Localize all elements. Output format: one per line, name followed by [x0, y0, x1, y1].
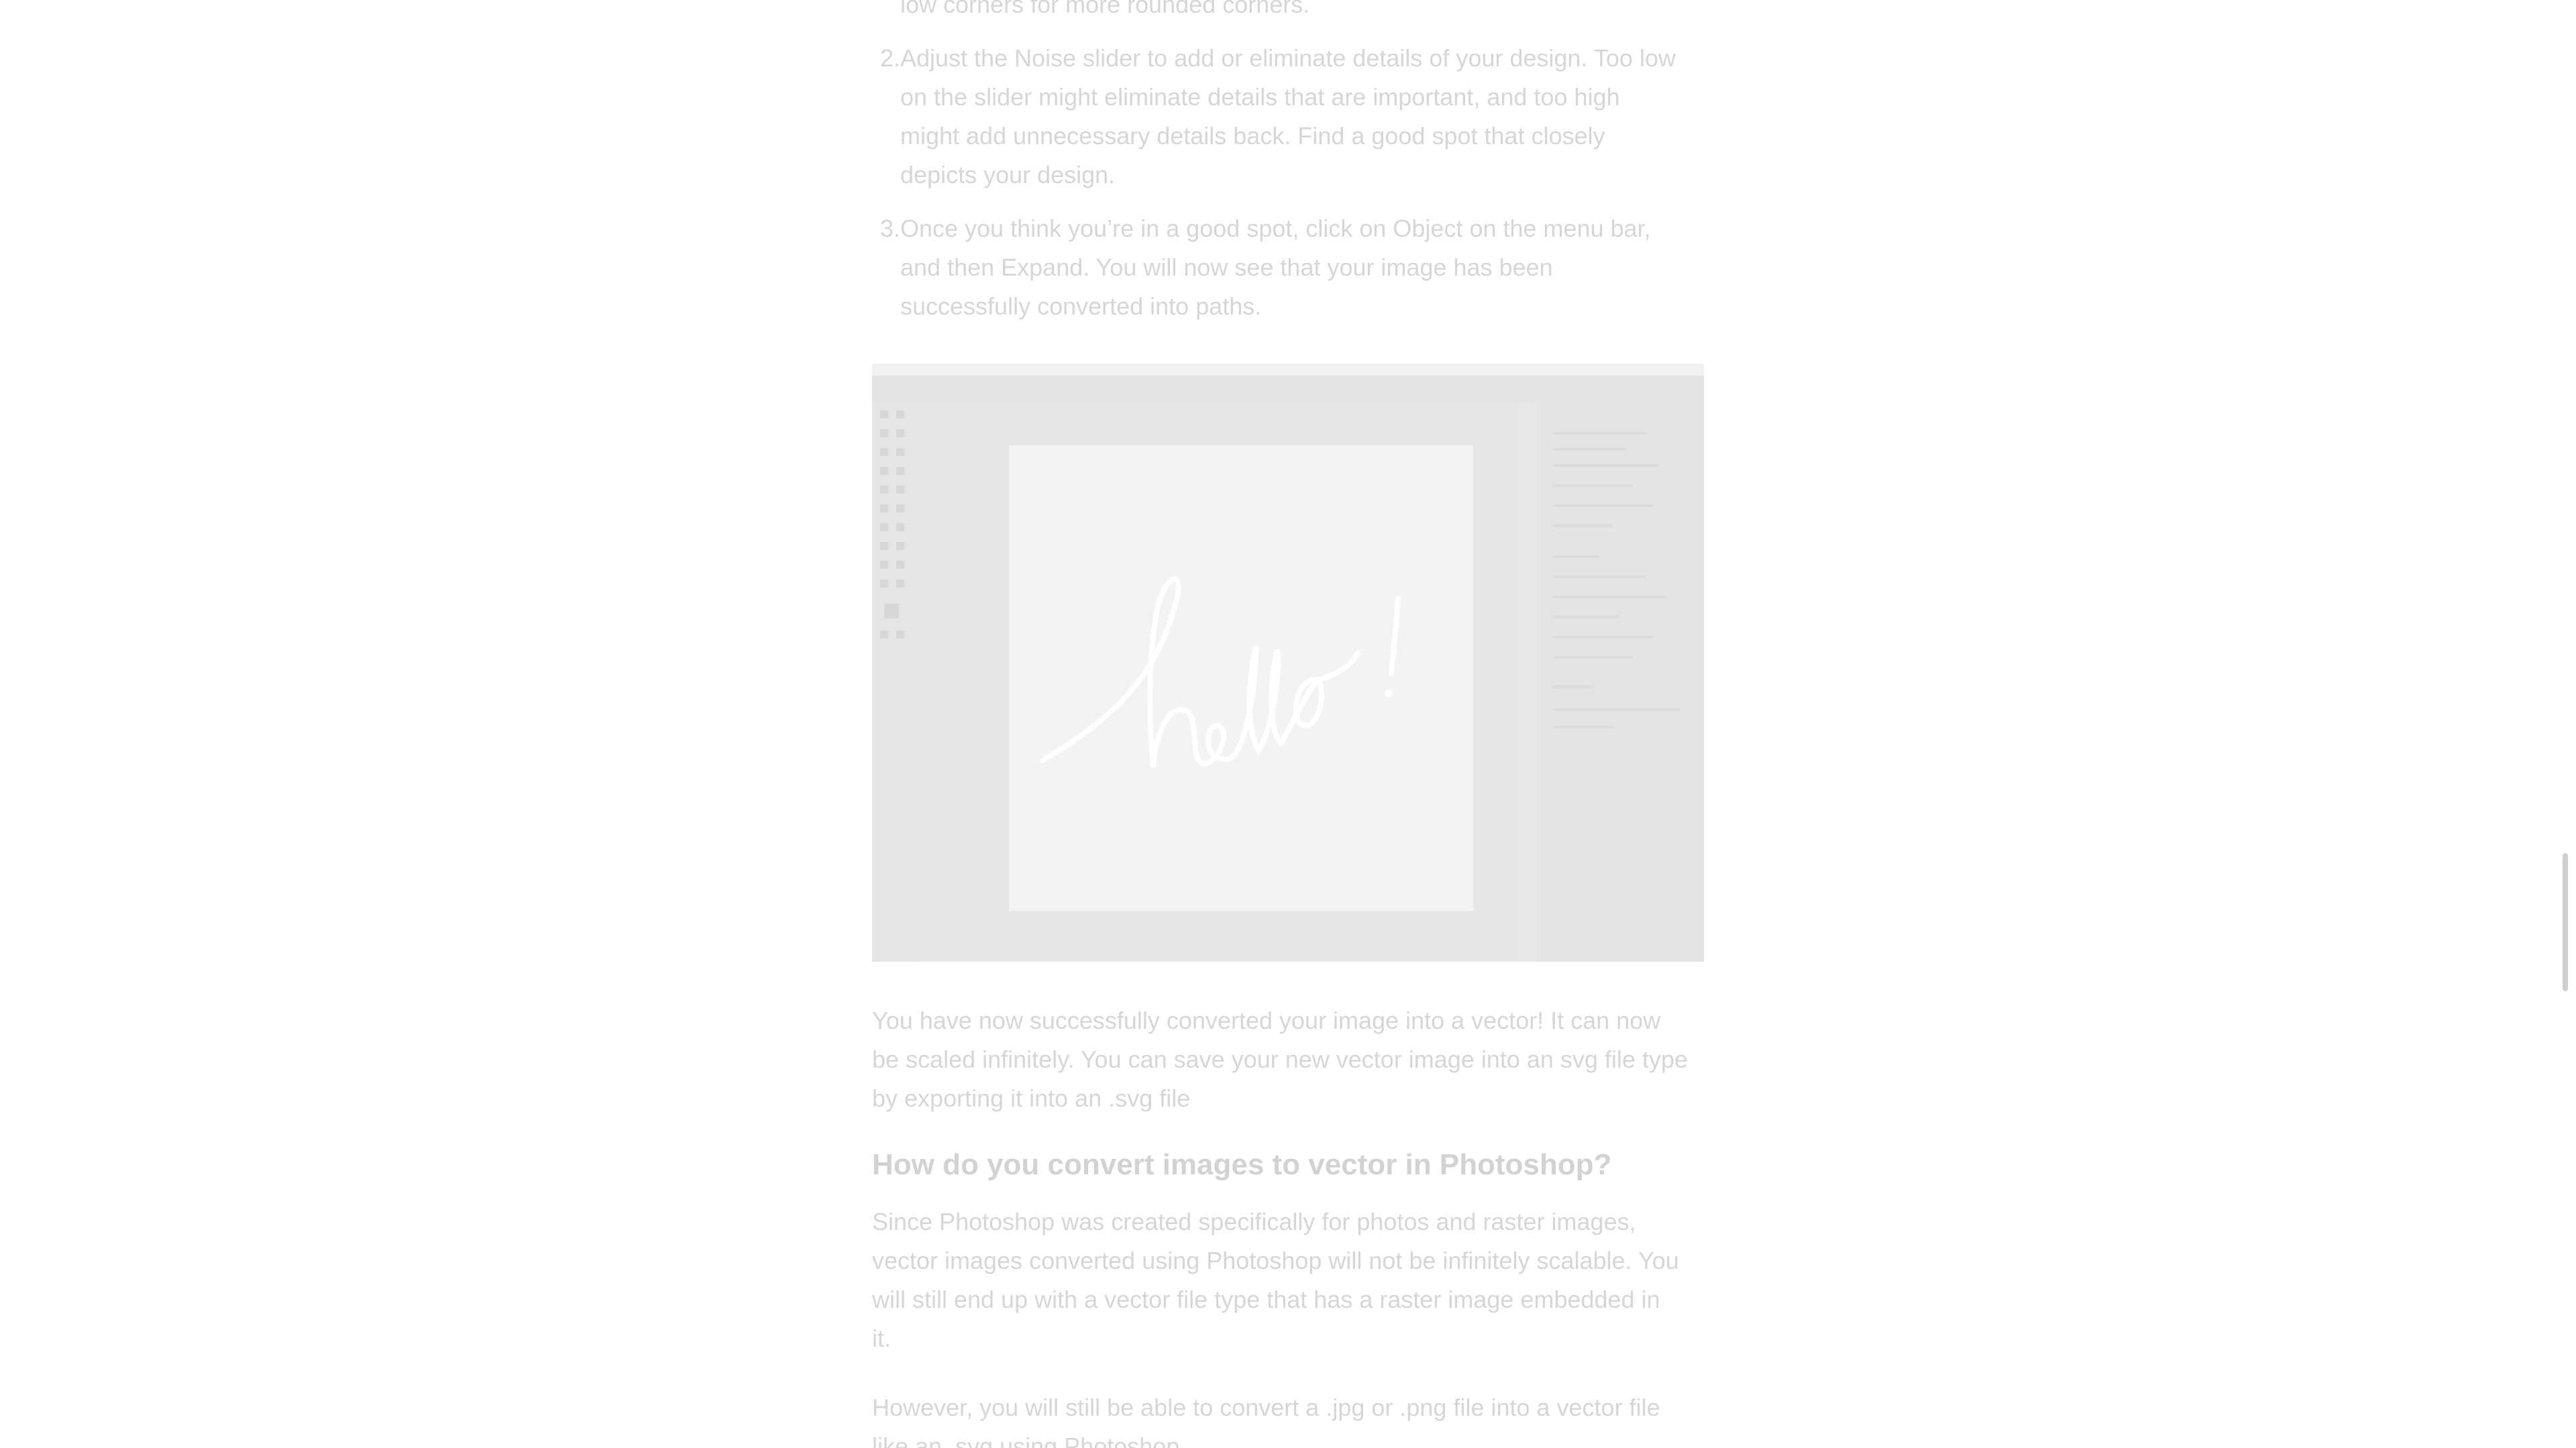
section-heading: How do you convert images to vector in P… — [872, 1148, 1612, 1181]
tool-icon — [896, 579, 904, 588]
step-line: successfully converted into paths. — [900, 292, 1262, 320]
tool-icon — [896, 448, 904, 456]
scrollbar-thumb[interactable] — [2563, 853, 2568, 991]
panel-row — [1552, 555, 1599, 558]
step-text: Once you think you’re in a good spot, cl… — [900, 209, 1705, 326]
panel-row — [1552, 575, 1646, 578]
step-number: 2. — [879, 44, 900, 72]
step-line: depicts your design. — [900, 161, 1116, 188]
tool-icon — [880, 504, 888, 512]
step-line: Once you think you’re in a good spot, cl… — [900, 215, 1651, 242]
app-menubar — [872, 364, 1704, 376]
tool-icon — [896, 630, 904, 638]
tool-icon — [880, 579, 888, 588]
paragraph-line: vector images converted using Photoshop … — [872, 1247, 1679, 1274]
panel-row — [1552, 524, 1613, 527]
tool-icon — [896, 561, 904, 569]
step-line: and then Expand. You will now see that y… — [900, 254, 1553, 281]
tool-icon — [880, 429, 888, 437]
tool-icon — [880, 448, 888, 456]
step-line: Adjust the Noise slider to add or elimin… — [900, 44, 1676, 72]
paragraph-line: will still end up with a vector file typ… — [872, 1286, 1660, 1313]
paragraph-line: it. — [872, 1325, 892, 1352]
step-line: on the slider might eliminate details th… — [900, 83, 1620, 111]
panel-row — [1552, 685, 1593, 688]
hello-lettering-artwork — [1040, 576, 1401, 768]
document-tab-bar — [916, 402, 1519, 423]
tool-icon — [880, 486, 888, 494]
panel-row — [1552, 656, 1633, 659]
panel-row — [1552, 504, 1653, 507]
paragraph-vector-result: You have now successfully converted your… — [872, 1001, 1704, 1118]
paragraph-line: like an .svg using Photoshop. — [872, 1433, 1187, 1448]
step-line: low corners for more rounded corners. — [900, 0, 1310, 18]
tool-icon — [896, 523, 904, 531]
illustrator-screenshot — [872, 364, 1704, 962]
paragraph-line: be scaled infinitely. You can save your … — [872, 1046, 1688, 1073]
paragraph-line: However, you will still be able to conve… — [872, 1394, 1660, 1421]
tools-panel — [872, 402, 916, 962]
tool-icon — [896, 429, 904, 437]
panel-row — [1552, 464, 1660, 467]
panel-row — [1552, 596, 1666, 598]
panel-row — [1552, 432, 1646, 435]
panel-row — [1552, 726, 1613, 728]
panel-row — [1552, 616, 1619, 618]
paragraph-photoshop-convert: However, you will still be able to conve… — [872, 1388, 1704, 1448]
tool-icon — [880, 630, 888, 638]
tool-icon — [880, 561, 888, 569]
step-text: Adjust the Noise slider to add or elimin… — [900, 39, 1705, 194]
paragraph-line: by exporting it into an .svg file — [872, 1084, 1191, 1112]
fill-stroke-icon — [884, 604, 899, 618]
panel-row — [1552, 448, 1626, 451]
tool-icon — [880, 542, 888, 550]
step-text: low corners for more rounded corners. — [900, 0, 1705, 24]
tool-icon — [896, 410, 904, 419]
tool-icon — [880, 523, 888, 531]
properties-panel — [1536, 390, 1704, 962]
tool-icon — [896, 542, 904, 550]
tool-icon — [896, 467, 904, 475]
tool-icon — [896, 486, 904, 494]
tool-icon — [896, 504, 904, 512]
step-line: might add unnecessary details back. Find… — [900, 122, 1605, 150]
paragraph-line: Since Photoshop was created specifically… — [872, 1208, 1636, 1235]
tool-icon — [880, 410, 888, 419]
panel-row — [1552, 636, 1653, 638]
paragraph-photoshop-intro: Since Photoshop was created specifically… — [872, 1203, 1704, 1358]
page: low corners for more rounded corners. 2.… — [0, 0, 2576, 1448]
panel-row — [1552, 708, 1680, 711]
panel-row — [1552, 484, 1633, 487]
paragraph-line: You have now successfully converted your… — [872, 1007, 1661, 1034]
step-number: 3. — [879, 215, 900, 242]
tool-icon — [880, 467, 888, 475]
